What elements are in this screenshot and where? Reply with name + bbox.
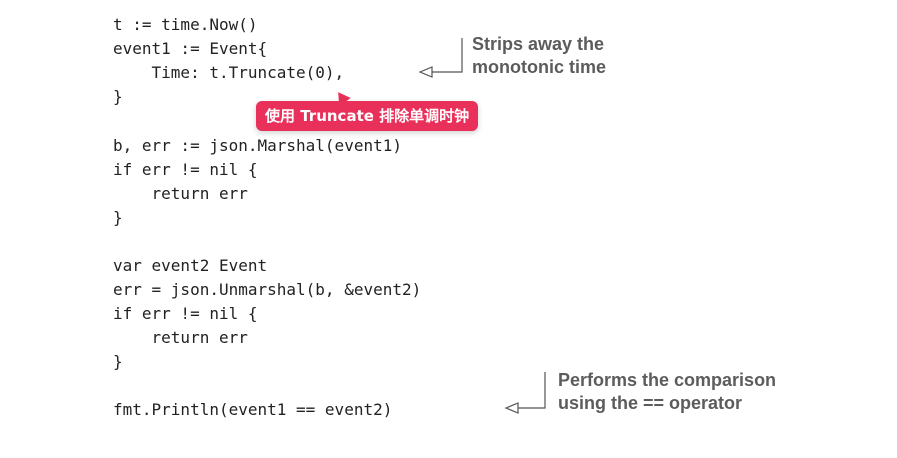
code-line: return err bbox=[113, 184, 248, 203]
code-line: return err bbox=[113, 328, 248, 347]
code-line: event1 := Event{ bbox=[113, 39, 268, 58]
code-line: if err != nil { bbox=[113, 160, 258, 179]
code-line: fmt.Println(event1 == event2) bbox=[113, 400, 393, 419]
callout-badge: 使用 Truncate 排除单调时钟 bbox=[256, 101, 479, 131]
code-line: Time: t.Truncate(0), bbox=[113, 63, 345, 82]
code-line: if err != nil { bbox=[113, 304, 258, 323]
code-line: t := time.Now() bbox=[113, 15, 258, 34]
code-line: var event2 Event bbox=[113, 256, 268, 275]
annotation-line: using the == operator bbox=[558, 393, 743, 413]
annotation-line: monotonic time bbox=[472, 57, 606, 77]
code-line: } bbox=[113, 352, 123, 371]
annotation-line: Strips away the bbox=[472, 34, 605, 54]
code-line: } bbox=[113, 87, 123, 106]
annotation-comparison: Performs the comparison using the == ope… bbox=[558, 369, 776, 415]
code-line: } bbox=[113, 208, 123, 227]
annotation-strips-monotonic: Strips away the monotonic time bbox=[472, 33, 606, 79]
code-line: err = json.Unmarshal(b, &event2) bbox=[113, 280, 422, 299]
annotation-line: Performs the comparison bbox=[558, 370, 777, 390]
code-line: b, err := json.Marshal(event1) bbox=[113, 136, 402, 155]
